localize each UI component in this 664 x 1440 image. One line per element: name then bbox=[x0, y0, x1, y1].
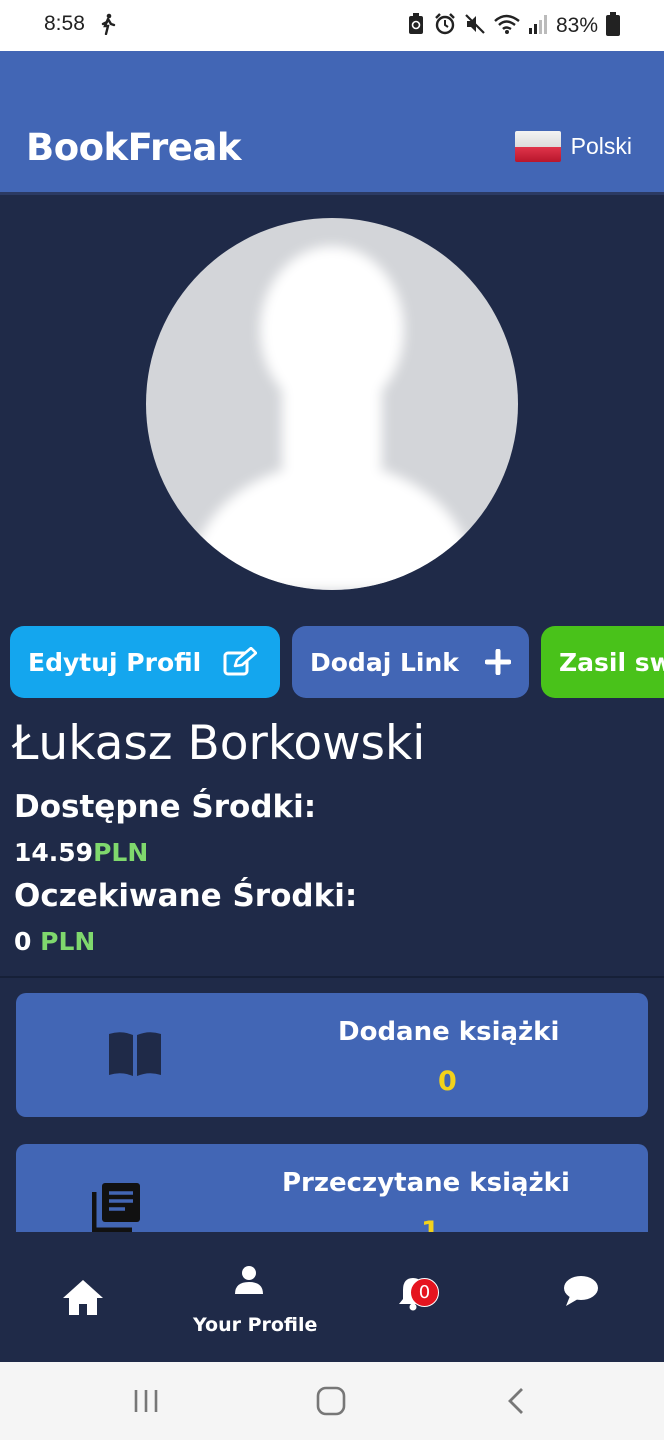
add-link-button[interactable]: Dodaj Link bbox=[292, 626, 529, 698]
home-button-icon[interactable] bbox=[316, 1386, 346, 1420]
recycle-icon bbox=[406, 13, 426, 39]
recent-apps-icon[interactable] bbox=[133, 1388, 159, 1418]
poland-flag-icon bbox=[514, 131, 561, 162]
header-divider bbox=[0, 192, 664, 195]
signal-icon bbox=[528, 13, 548, 39]
expected-funds-value: 0 bbox=[14, 927, 32, 956]
edit-profile-label: Edytuj Profil bbox=[28, 647, 202, 677]
person-silhouette-icon bbox=[186, 246, 478, 590]
available-funds-value: 14.59 bbox=[14, 838, 94, 867]
app-header bbox=[0, 51, 664, 193]
expected-funds-currency: PLN bbox=[40, 927, 96, 956]
add-link-label: Dodaj Link bbox=[310, 647, 459, 677]
edit-profile-button[interactable]: Edytuj Profil bbox=[10, 626, 280, 698]
nav-profile-label[interactable]: Your Profile bbox=[193, 1314, 317, 1336]
available-funds-currency: PLN bbox=[93, 838, 149, 867]
language-label: Polski bbox=[570, 133, 632, 159]
profile-actions: Edytuj Profil Dodaj Link Zasil sw bbox=[0, 626, 664, 698]
avatar[interactable] bbox=[146, 218, 518, 590]
plus-icon bbox=[484, 649, 511, 675]
home-icon[interactable] bbox=[62, 1278, 104, 1320]
status-bar: 8:58 83% bbox=[0, 0, 664, 51]
system-navigation-bar bbox=[0, 1362, 664, 1440]
walking-icon bbox=[100, 13, 116, 39]
section-divider bbox=[0, 976, 664, 978]
app-title: BookFreak bbox=[26, 126, 241, 169]
status-time: 8:58 bbox=[44, 12, 85, 35]
expected-funds-label: Oczekiwane Środki: bbox=[14, 878, 358, 914]
chat-icon[interactable] bbox=[563, 1275, 599, 1311]
available-funds-amount: 14.59PLN bbox=[14, 838, 148, 867]
edit-icon bbox=[223, 647, 258, 677]
alarm-icon bbox=[434, 13, 456, 39]
added-books-card[interactable]: Dodane książki 0 bbox=[16, 993, 648, 1117]
battery-icon bbox=[606, 12, 620, 40]
available-funds-label: Dostępne Środki: bbox=[14, 789, 317, 825]
read-books-title: Przeczytane książki bbox=[282, 1168, 570, 1198]
expected-funds-amount: 0 PLN bbox=[14, 927, 95, 956]
wifi-icon bbox=[494, 13, 520, 39]
added-books-count: 0 bbox=[438, 1066, 457, 1097]
back-icon[interactable] bbox=[506, 1387, 526, 1419]
notification-badge: 0 bbox=[410, 1278, 439, 1307]
book-open-icon bbox=[107, 1030, 163, 1082]
added-books-title: Dodane książki bbox=[338, 1017, 560, 1047]
battery-percent: 83% bbox=[555, 14, 598, 37]
library-books-icon bbox=[91, 1182, 142, 1236]
user-name: Łukasz Borkowski bbox=[12, 716, 426, 771]
language-selector[interactable]: Polski bbox=[514, 131, 632, 162]
top-up-button[interactable]: Zasil sw bbox=[541, 626, 664, 698]
top-up-label: Zasil sw bbox=[559, 647, 664, 677]
profile-icon[interactable] bbox=[234, 1265, 264, 1299]
mute-icon bbox=[464, 13, 486, 39]
